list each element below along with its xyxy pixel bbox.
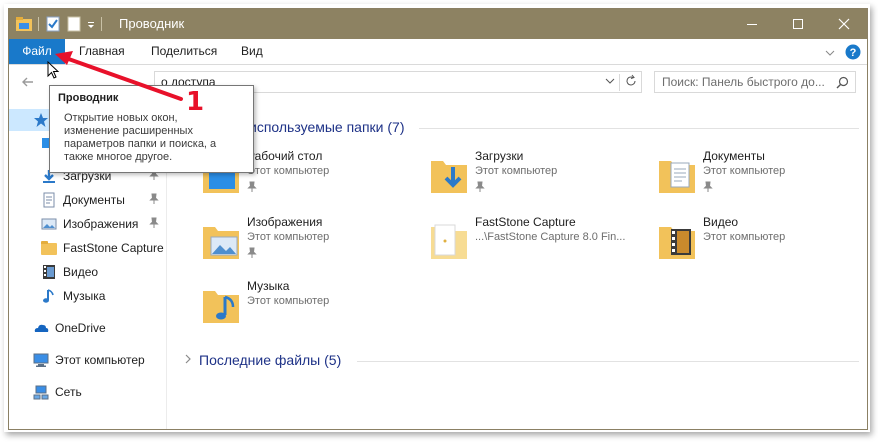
- sidebar-item-label: Видео: [63, 265, 99, 279]
- sidebar-item-video[interactable]: Видео: [9, 261, 167, 283]
- sidebar-item-label: Изображения: [63, 217, 139, 231]
- music-folder-icon: [201, 283, 241, 325]
- computer-icon: [33, 352, 49, 368]
- music-icon: [41, 288, 57, 304]
- folder-tile-faststone[interactable]: FastStone Capture ...\FastStone Capture …: [429, 215, 649, 271]
- mouse-cursor-icon: [47, 61, 60, 79]
- network-icon: [33, 384, 49, 400]
- sidebar-item-label: Сеть: [55, 385, 82, 399]
- pin-icon: [247, 247, 257, 262]
- sidebar-item-this-pc[interactable]: Этот компьютер: [9, 349, 167, 371]
- sidebar-item-onedrive[interactable]: OneDrive: [9, 317, 167, 339]
- sidebar-item-pictures[interactable]: Изображения: [9, 213, 167, 235]
- group-divider: [357, 361, 859, 362]
- folder-location: Этот компьютер: [247, 231, 330, 243]
- video-folder-icon: [657, 219, 697, 261]
- folder-location: Этот компьютер: [247, 295, 330, 307]
- pictures-folder-icon: [201, 219, 241, 261]
- sidebar-item-label: Музыка: [63, 289, 106, 303]
- pictures-folder-icon: [41, 216, 57, 232]
- folder-location: Этот компьютер: [703, 231, 786, 243]
- sidebar-item-label: Этот компьютер: [55, 353, 145, 367]
- folder-icon: [41, 240, 57, 256]
- sidebar-item-label: FastStone Capture: [63, 241, 164, 255]
- onedrive-icon: [33, 320, 49, 336]
- expand-chevron-icon[interactable]: [183, 353, 193, 368]
- folder-location: ...\FastStone Capture 8.0 Fin...: [475, 231, 626, 243]
- folder-tile-pictures[interactable]: Изображения Этот компьютер: [201, 215, 421, 271]
- folder-name: FastStone Capture: [475, 215, 576, 229]
- folder-name: Видео: [703, 215, 739, 229]
- folder-tile-music[interactable]: Музыка Этот компьютер: [201, 279, 421, 335]
- sidebar-item-music[interactable]: Музыка: [9, 285, 167, 307]
- annotation-arrow: [55, 51, 183, 101]
- sidebar-item-network[interactable]: Сеть: [9, 381, 167, 403]
- folder-name: Изображения: [247, 215, 323, 229]
- folder-tile-video[interactable]: Видео Этот компьютер: [657, 215, 867, 271]
- sidebar-item-label: OneDrive: [55, 321, 106, 335]
- folder-icon: [429, 219, 469, 261]
- video-folder-icon: [41, 264, 57, 280]
- folder-name: Музыка: [247, 279, 290, 293]
- pin-icon: [149, 217, 159, 232]
- explorer-window: Проводник Файл Главная Поделиться Вид ?: [8, 8, 868, 430]
- sidebar-item-faststone[interactable]: FastStone Capture: [9, 237, 167, 259]
- recent-files-header[interactable]: Последние файлы (5): [199, 352, 341, 368]
